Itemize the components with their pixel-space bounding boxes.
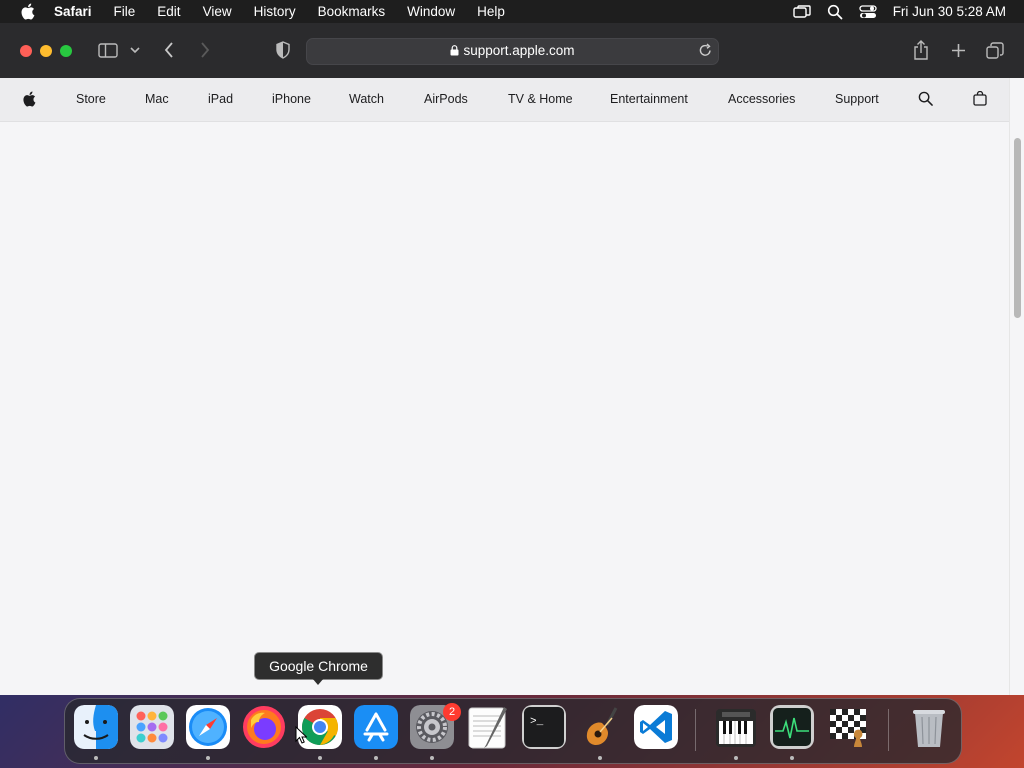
activity-monitor-icon[interactable]	[770, 705, 814, 749]
spotlight-search-icon[interactable]	[827, 4, 843, 20]
nav-watch[interactable]: Watch	[349, 92, 384, 106]
textedit-icon[interactable]	[466, 705, 510, 749]
menu-view[interactable]: View	[203, 4, 232, 19]
menu-edit[interactable]: Edit	[157, 4, 180, 19]
nav-accessories[interactable]: Accessories	[728, 92, 795, 106]
running-indicator	[374, 756, 378, 760]
address-bar[interactable]: support.apple.com	[306, 38, 719, 65]
menu-history[interactable]: History	[254, 4, 296, 19]
nav-airpods[interactable]: AirPods	[424, 92, 468, 106]
sidebar-toggle-icon[interactable]	[97, 39, 119, 61]
reload-icon[interactable]	[699, 43, 712, 60]
running-indicator	[206, 756, 210, 760]
dock-tooltip: Google Chrome	[254, 652, 383, 680]
nav-store[interactable]: Store	[76, 92, 106, 106]
scrollbar-track[interactable]	[1009, 78, 1024, 695]
nav-mac[interactable]: Mac	[145, 92, 169, 106]
running-indicator	[430, 756, 434, 760]
menu-window[interactable]: Window	[407, 4, 455, 19]
safari-icon[interactable]	[186, 705, 230, 749]
menubar-status-area: Fri Jun 30 5:28 AM	[777, 0, 1006, 23]
apple-logo-icon[interactable]	[22, 91, 36, 110]
running-indicator	[94, 756, 98, 760]
new-tab-icon[interactable]	[948, 39, 968, 61]
menubar-clock[interactable]: Fri Jun 30 5:28 AM	[893, 4, 1006, 19]
minimize-window-button[interactable]	[40, 45, 52, 57]
apple-global-nav: Store Mac iPad iPhone Watch AirPods TV &…	[0, 78, 1010, 122]
vscode-icon[interactable]	[634, 705, 678, 749]
nav-support[interactable]: Support	[835, 92, 879, 106]
share-icon[interactable]	[911, 39, 931, 61]
forward-button[interactable]	[196, 39, 214, 61]
menu-file[interactable]: File	[114, 4, 136, 19]
back-button[interactable]	[160, 39, 178, 61]
notification-badge: 2	[443, 703, 461, 721]
tooltip-arrow	[312, 678, 324, 685]
control-center-icon[interactable]	[859, 4, 877, 19]
dock: 2 >_	[64, 698, 962, 764]
nav-tv-home[interactable]: TV & Home	[508, 92, 573, 106]
url-text: support.apple.com	[463, 43, 575, 58]
nav-entertainment[interactable]: Entertainment	[610, 92, 688, 106]
screen-mirroring-icon[interactable]	[792, 4, 811, 19]
nav-iphone[interactable]: iPhone	[272, 92, 311, 106]
running-indicator	[598, 756, 602, 760]
page-content	[0, 122, 1010, 695]
piano-icon[interactable]	[714, 705, 758, 749]
scrollbar-thumb[interactable]	[1014, 138, 1021, 318]
chevron-down-icon[interactable]	[129, 39, 141, 61]
safari-window: support.apple.com Store Mac iPad iPhone …	[0, 23, 1024, 695]
search-icon[interactable]	[918, 91, 933, 109]
garageband-icon[interactable]	[578, 705, 622, 749]
safari-toolbar: support.apple.com	[0, 23, 1024, 79]
chess-icon[interactable]	[826, 705, 870, 749]
running-indicator	[790, 756, 794, 760]
lock-icon	[450, 44, 459, 59]
dock-separator	[888, 709, 889, 751]
trash-icon[interactable]	[907, 705, 951, 749]
app-store-icon[interactable]	[354, 705, 398, 749]
dock-separator	[695, 709, 696, 751]
terminal-icon[interactable]: >_	[522, 705, 566, 749]
running-indicator	[318, 756, 322, 760]
menu-bar: Safari File Edit View History Bookmarks …	[0, 0, 1024, 23]
close-window-button[interactable]	[20, 45, 32, 57]
svg-text:>_: >_	[530, 716, 544, 728]
mouse-cursor-icon	[295, 725, 308, 749]
menu-help[interactable]: Help	[477, 4, 505, 19]
shopping-bag-icon[interactable]	[973, 90, 987, 109]
running-indicator	[734, 756, 738, 760]
privacy-shield-icon[interactable]	[273, 39, 293, 61]
menu-app-name[interactable]: Safari	[54, 4, 92, 19]
apple-menu-icon[interactable]	[18, 0, 36, 23]
finder-icon[interactable]	[74, 705, 118, 749]
zoom-window-button[interactable]	[60, 45, 72, 57]
firefox-icon[interactable]	[242, 705, 286, 749]
launchpad-icon[interactable]	[130, 705, 174, 749]
nav-ipad[interactable]: iPad	[208, 92, 233, 106]
tab-overview-icon[interactable]	[985, 39, 1005, 61]
menu-bookmarks[interactable]: Bookmarks	[318, 4, 386, 19]
